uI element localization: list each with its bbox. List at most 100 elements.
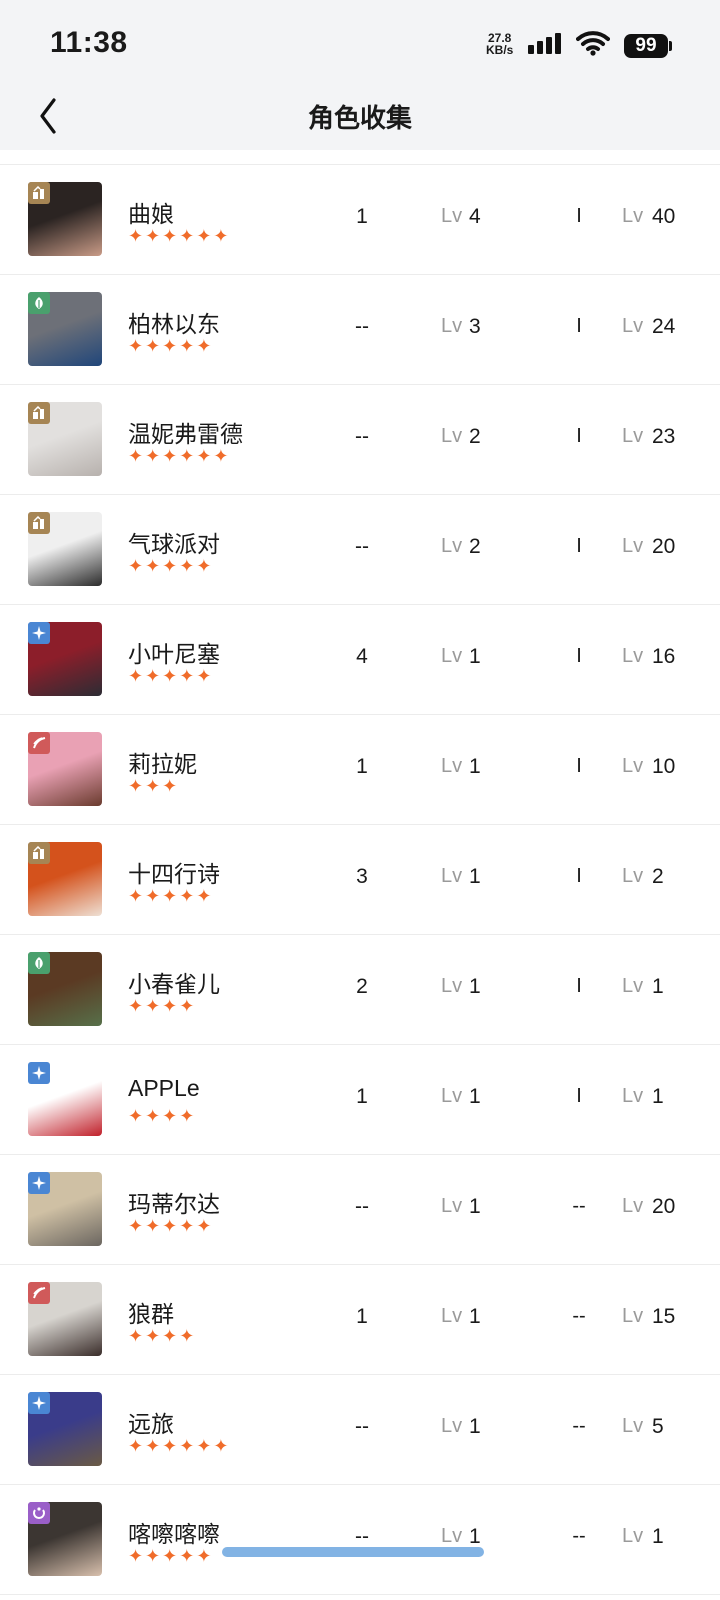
level-b-value: 1 — [652, 975, 664, 998]
lv-label-b: Lv — [622, 975, 644, 997]
character-count: -- — [355, 1415, 369, 1438]
character-name: 温妮弗雷德 — [128, 421, 243, 447]
level-a-value: 3 — [469, 315, 481, 338]
character-count: -- — [355, 1195, 369, 1218]
lv-label-a: Lv — [441, 535, 463, 557]
lv-label-b: Lv — [622, 1195, 644, 1217]
lv-label-b: Lv — [622, 315, 644, 337]
blue-class-icon — [28, 622, 50, 644]
rarity-stars: ✦✦✦✦✦ — [128, 556, 214, 576]
lv-label-b: Lv — [622, 1085, 644, 1107]
level-a-value: 1 — [469, 1085, 481, 1108]
green-class-icon — [28, 952, 50, 974]
character-row[interactable]: 莉拉妮 ✦✦✦ 1 Lv 1 I Lv 10 — [0, 715, 720, 825]
character-count: -- — [355, 1525, 369, 1548]
character-row[interactable]: 气球派对 ✦✦✦✦✦ -- Lv 2 I Lv 20 — [0, 495, 720, 605]
signal-icon — [528, 33, 561, 54]
gold-class-icon — [28, 512, 50, 534]
character-list[interactable]: 曲娘 ✦✦✦✦✦✦ 1 Lv 4 I Lv 40 柏林以东 ✦✦✦✦✦ -- Lv 3 I Lv 24 温妮弗雷… — [0, 165, 720, 1595]
middle-marker: I — [576, 755, 582, 777]
character-row[interactable]: 喀嚓喀嚓 ✦✦✦✦✦ -- Lv 1 -- Lv 1 — [0, 1485, 720, 1595]
rarity-stars: ✦✦✦✦ — [128, 1106, 197, 1126]
character-row[interactable]: 十四行诗 ✦✦✦✦✦ 3 Lv 1 I Lv 2 — [0, 825, 720, 935]
character-name: 曲娘 — [128, 201, 174, 227]
lv-label-b: Lv — [622, 1305, 644, 1327]
lv-label-a: Lv — [441, 865, 463, 887]
lv-label-a: Lv — [441, 975, 463, 997]
rarity-stars: ✦✦✦✦✦ — [128, 886, 214, 906]
lv-label-b: Lv — [622, 865, 644, 887]
green-class-icon — [28, 292, 50, 314]
blue-class-icon — [28, 1172, 50, 1194]
middle-marker: -- — [572, 1305, 586, 1327]
rarity-stars: ✦✦✦✦✦ — [128, 1216, 214, 1236]
character-row[interactable]: 小叶尼塞 ✦✦✦✦✦ 4 Lv 1 I Lv 16 — [0, 605, 720, 715]
character-name: 喀嚓喀嚓 — [128, 1521, 220, 1547]
character-count: 3 — [356, 865, 368, 888]
level-b-value: 10 — [652, 755, 676, 778]
character-row[interactable]: 曲娘 ✦✦✦✦✦✦ 1 Lv 4 I Lv 40 — [0, 165, 720, 275]
status-bar: 11:38 27.8 KB/s 99 — [0, 0, 720, 92]
level-b-value: 5 — [652, 1415, 664, 1438]
character-count: 2 — [356, 975, 368, 998]
gold-class-icon — [28, 182, 50, 204]
lv-label-a: Lv — [441, 755, 463, 777]
level-b-value: 24 — [652, 315, 676, 338]
gold-class-icon — [28, 842, 50, 864]
middle-marker: I — [576, 535, 582, 557]
blue-class-icon — [28, 1392, 50, 1414]
character-count: 1 — [356, 1085, 368, 1108]
middle-marker: -- — [572, 1415, 586, 1437]
wifi-icon — [576, 31, 610, 56]
rarity-stars: ✦✦✦✦ — [128, 1326, 197, 1346]
character-count: 1 — [356, 1305, 368, 1328]
lv-label-b: Lv — [622, 425, 644, 447]
level-a-value: 1 — [469, 1305, 481, 1328]
purple-class-icon — [28, 1502, 50, 1524]
middle-marker: I — [576, 865, 582, 887]
middle-marker: -- — [572, 1195, 586, 1217]
level-a-value: 1 — [469, 645, 481, 668]
level-a-value: 2 — [469, 535, 481, 558]
character-count: 1 — [356, 205, 368, 228]
character-name: 远旅 — [128, 1411, 174, 1437]
battery-tip — [669, 41, 672, 51]
lv-label-a: Lv — [441, 205, 463, 227]
character-row[interactable]: 温妮弗雷德 ✦✦✦✦✦✦ -- Lv 2 I Lv 23 — [0, 385, 720, 495]
character-row[interactable]: 柏林以东 ✦✦✦✦✦ -- Lv 3 I Lv 24 — [0, 275, 720, 385]
level-b-value: 1 — [652, 1525, 664, 1548]
lv-label-a: Lv — [441, 1195, 463, 1217]
level-a-value: 1 — [469, 975, 481, 998]
lv-label-a: Lv — [441, 425, 463, 447]
network-speed-unit: KB/s — [486, 43, 514, 57]
character-count: -- — [355, 425, 369, 448]
character-row[interactable]: 狼群 ✦✦✦✦ 1 Lv 1 -- Lv 15 — [0, 1265, 720, 1375]
network-speed: 27.8 KB/s — [486, 32, 513, 56]
red-class-icon — [28, 1282, 50, 1304]
rarity-stars: ✦✦✦✦✦✦ — [128, 226, 231, 246]
character-count: 1 — [356, 755, 368, 778]
battery-indicator: 99 — [624, 34, 668, 58]
middle-marker: I — [576, 205, 582, 227]
lv-label-b: Lv — [622, 205, 644, 227]
middle-marker: I — [576, 645, 582, 667]
character-row[interactable]: APPLe ✦✦✦✦ 1 Lv 1 I Lv 1 — [0, 1045, 720, 1155]
home-indicator[interactable] — [222, 1547, 484, 1557]
level-b-value: 20 — [652, 535, 676, 558]
character-row[interactable]: 远旅 ✦✦✦✦✦✦ -- Lv 1 -- Lv 5 — [0, 1375, 720, 1485]
rarity-stars: ✦✦✦✦ — [128, 996, 197, 1016]
rarity-stars: ✦✦✦✦✦ — [128, 336, 214, 356]
level-b-value: 40 — [652, 205, 676, 228]
level-b-value: 2 — [652, 865, 664, 888]
character-row[interactable]: 小春雀儿 ✦✦✦✦ 2 Lv 1 I Lv 1 — [0, 935, 720, 1045]
rarity-stars: ✦✦✦✦✦✦ — [128, 1436, 231, 1456]
level-b-value: 1 — [652, 1085, 664, 1108]
middle-marker: I — [576, 975, 582, 997]
page-title: 角色收集 — [307, 103, 412, 133]
lv-label-a: Lv — [441, 1415, 463, 1437]
character-row[interactable]: 玛蒂尔达 ✦✦✦✦✦ -- Lv 1 -- Lv 20 — [0, 1155, 720, 1265]
nav-bar: 角色收集 — [0, 92, 720, 150]
character-name: 柏林以东 — [128, 311, 220, 337]
character-count: -- — [355, 535, 369, 558]
rarity-stars: ✦✦✦✦✦ — [128, 1546, 214, 1566]
